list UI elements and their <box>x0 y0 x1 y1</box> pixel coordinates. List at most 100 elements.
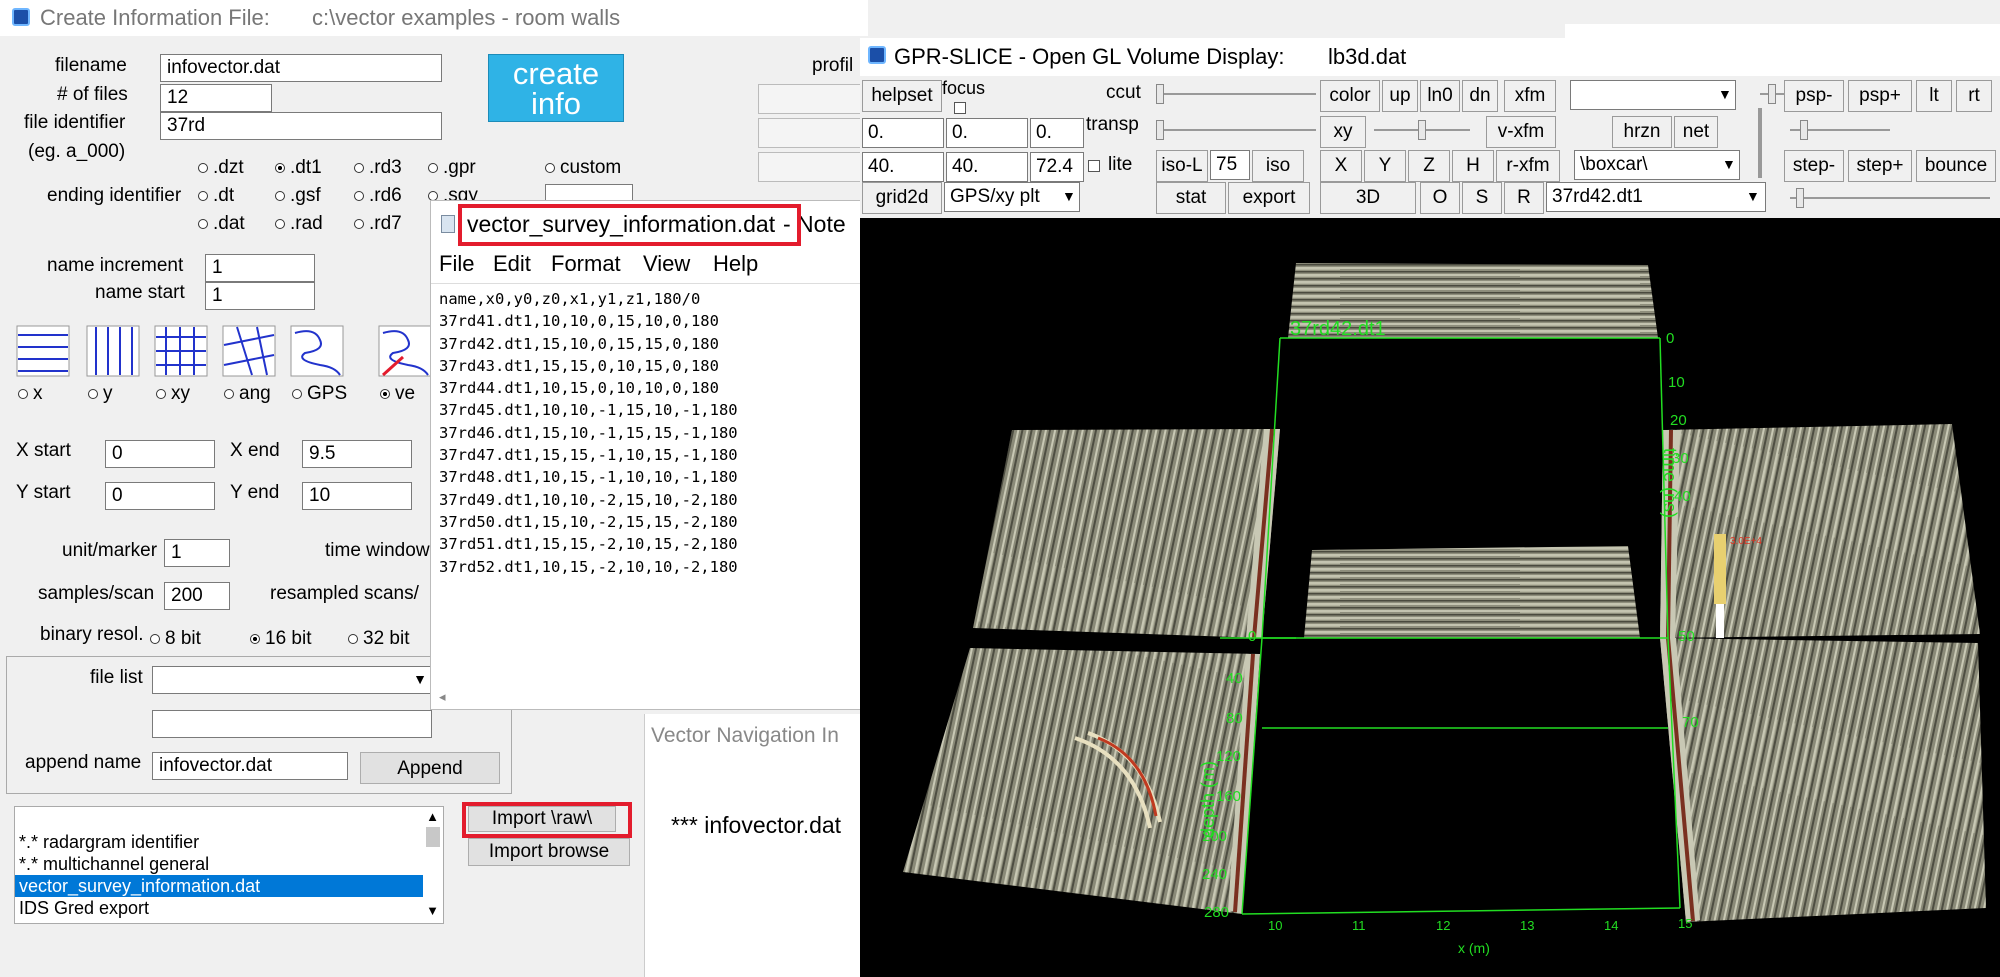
grid-vector-icon[interactable] <box>378 325 432 377</box>
unit-marker-input[interactable]: 1 <box>164 539 230 567</box>
file-list-text-input[interactable] <box>152 710 432 738</box>
ccut-slider[interactable] <box>1156 82 1316 106</box>
grid-gps-icon[interactable] <box>290 325 344 377</box>
y-start-input[interactable]: 0 <box>105 482 215 510</box>
radio-custom[interactable]: custom <box>545 157 621 179</box>
radio-grid-vector[interactable]: ve <box>380 383 415 405</box>
slider-thumb[interactable] <box>1796 188 1804 208</box>
axis-y-button[interactable]: Y <box>1364 150 1406 182</box>
list-item[interactable]: *.* radargram identifier <box>15 831 443 853</box>
coord-a1-input[interactable]: 0. <box>862 118 944 148</box>
radio-rd6[interactable]: .rd6 <box>354 185 402 207</box>
num-files-input[interactable]: 12 <box>160 84 272 112</box>
filename-input[interactable]: infovector.dat <box>160 54 442 82</box>
grid2d-button[interactable]: grid2d <box>862 182 942 214</box>
color-button[interactable]: color <box>1320 80 1380 112</box>
radio-grid-x[interactable]: x <box>18 383 43 405</box>
x-start-input[interactable]: 0 <box>105 440 215 468</box>
side-slider[interactable] <box>1758 108 1762 178</box>
radio-dt1[interactable]: .dt1 <box>275 157 322 179</box>
step-plus-button[interactable]: step+ <box>1848 150 1912 182</box>
psp-plus-button[interactable]: psp+ <box>1848 80 1912 112</box>
up-button[interactable]: up <box>1382 80 1418 112</box>
grid-x-icon[interactable] <box>16 325 70 377</box>
step-minus-button[interactable]: step- <box>1784 150 1844 182</box>
notepad-text-area[interactable]: name,x0,y0,z0,x1,y1,z1,180/0 37rd41.dt1,… <box>431 283 867 693</box>
samples-scan-input[interactable]: 200 <box>164 582 230 610</box>
append-name-input[interactable]: infovector.dat <box>152 752 348 780</box>
hrzn-button[interactable]: hrzn <box>1612 116 1672 148</box>
axis-x-button[interactable]: X <box>1320 150 1362 182</box>
x-end-input[interactable]: 9.5 <box>302 440 412 468</box>
lt-button[interactable]: lt <box>1916 80 1952 112</box>
scroll-up-icon[interactable]: ▲ <box>426 809 439 824</box>
gps-plot-select[interactable]: GPS/xy plt <box>944 182 1080 212</box>
menu-help[interactable]: Help <box>713 251 758 277</box>
menu-file[interactable]: File <box>439 251 474 277</box>
name-increment-input[interactable]: 1 <box>205 254 315 282</box>
coord-b1-input[interactable]: 40. <box>862 152 944 182</box>
export-button[interactable]: export <box>1228 182 1310 214</box>
boxcar-select[interactable]: \boxcar\ <box>1574 150 1740 180</box>
psp-minus-button[interactable]: psp- <box>1784 80 1844 112</box>
slider-thumb[interactable] <box>1418 120 1426 140</box>
radio-dat[interactable]: .dat <box>198 213 245 235</box>
append-button[interactable]: Append <box>360 752 500 784</box>
transp-slider[interactable] <box>1156 118 1316 142</box>
scroll-down-icon[interactable]: ▼ <box>426 903 439 918</box>
coord-a2-input[interactable]: 0. <box>946 118 1028 148</box>
iso-value-input[interactable]: 75 <box>1210 150 1250 180</box>
radio-8bit[interactable]: 8 bit <box>150 628 201 650</box>
menu-edit[interactable]: Edit <box>493 251 531 277</box>
rt-button[interactable]: rt <box>1956 80 1992 112</box>
list-item[interactable]: IDS Gred export <box>15 897 443 919</box>
r-xfm-button[interactable]: r-xfm <box>1496 150 1560 182</box>
bounce-button[interactable]: bounce <box>1916 150 1996 182</box>
coord-b2-input[interactable]: 40. <box>946 152 1028 182</box>
dn-button[interactable]: dn <box>1462 80 1498 112</box>
radio-16bit[interactable]: 16 bit <box>250 628 311 650</box>
menu-format[interactable]: Format <box>551 251 621 277</box>
radio-grid-ang[interactable]: ang <box>224 383 271 405</box>
focus-checkbox[interactable] <box>954 102 966 114</box>
top-select[interactable] <box>1570 80 1736 110</box>
ln0-button[interactable]: ln0 <box>1420 80 1460 112</box>
slider-thumb[interactable] <box>1800 120 1808 140</box>
file-select[interactable]: 37rd42.dt1 <box>1546 182 1766 212</box>
step-slider[interactable] <box>1790 186 1990 210</box>
grid-xy-icon[interactable] <box>154 325 208 377</box>
create-info-button[interactable]: create info <box>488 54 624 122</box>
radio-rd7[interactable]: .rd7 <box>354 213 402 235</box>
radio-gpr[interactable]: .gpr <box>428 157 476 179</box>
helpset-button[interactable]: helpset <box>862 80 942 112</box>
coord-a3-input[interactable]: 0. <box>1030 118 1084 148</box>
name-start-input[interactable]: 1 <box>205 282 315 310</box>
slider-thumb[interactable] <box>1156 84 1164 104</box>
grid-y-icon[interactable] <box>86 325 140 377</box>
radio-rad[interactable]: .rad <box>275 213 323 235</box>
coord-b3-input[interactable]: 72.4 <box>1030 152 1084 182</box>
slider-thumb[interactable] <box>1156 120 1164 140</box>
menu-view[interactable]: View <box>643 251 690 277</box>
file-identifier-input[interactable]: 37rd <box>160 112 442 140</box>
file-list-select[interactable]: ▼ <box>152 666 432 694</box>
radio-dzt[interactable]: .dzt <box>198 157 244 179</box>
y-end-input[interactable]: 10 <box>302 482 412 510</box>
slider-thumb[interactable] <box>1768 84 1776 104</box>
scroll-thumb[interactable] <box>426 827 440 847</box>
s-button[interactable]: S <box>1462 182 1502 214</box>
opengl-viewport[interactable]: 37rd42.dt1 time (ns) depth (m) x (m) 3.0… <box>860 218 2000 977</box>
iso-l-button[interactable]: iso-L <box>1156 150 1208 182</box>
v-xfm-button[interactable]: v-xfm <box>1486 116 1556 148</box>
radio-grid-gps[interactable]: GPS <box>292 383 347 405</box>
o-button[interactable]: O <box>1420 182 1460 214</box>
import-browse-button[interactable]: Import browse <box>468 838 630 866</box>
net-button[interactable]: net <box>1674 116 1718 148</box>
radio-rd3[interactable]: .rd3 <box>354 157 402 179</box>
axis-h-button[interactable]: H <box>1452 150 1494 182</box>
xy-button[interactable]: xy <box>1320 116 1366 148</box>
radio-dt[interactable]: .dt <box>198 185 234 207</box>
list-item[interactable]: *.* multichannel general <box>15 853 443 875</box>
iso-button[interactable]: iso <box>1252 150 1304 182</box>
xfm-button[interactable]: xfm <box>1504 80 1556 112</box>
